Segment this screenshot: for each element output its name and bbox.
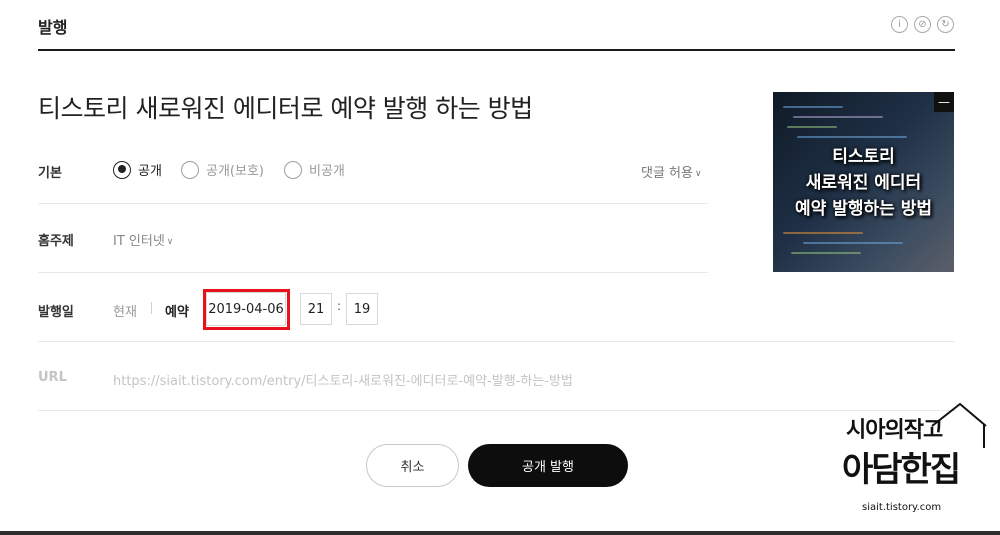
url-value: https://siait.tistory.com/entry/티스토리-새로워… xyxy=(113,374,573,389)
watermark-logo: 시아의작고 아담한집 siait.tistory.com xyxy=(838,400,988,518)
category-label: 홈주제 xyxy=(38,234,74,249)
radio-public[interactable]: 공개 xyxy=(113,160,162,179)
watermark-line2: 아담한집 xyxy=(842,450,961,490)
watermark-url: siait.tistory.com xyxy=(862,502,942,513)
publish-reserve-option[interactable]: 예약 xyxy=(165,301,189,320)
thumbnail-caption-line: 티스토리 xyxy=(832,147,895,167)
radio-public-label: 공개 xyxy=(138,164,162,179)
publish-button[interactable]: 공개 발행 xyxy=(468,444,628,487)
watermark-line1: 시아의작고 xyxy=(846,418,943,443)
comment-setting-label: 댓글 허용 xyxy=(641,166,693,181)
date-input[interactable]: 2019-04-06 xyxy=(206,292,286,326)
radio-unchecked-icon xyxy=(284,160,302,179)
publish-date-label: 발행일 xyxy=(38,305,74,320)
row-divider xyxy=(38,341,955,342)
time-separator: : xyxy=(337,299,342,313)
hour-input[interactable]: 21 xyxy=(300,293,332,325)
code-line xyxy=(791,252,861,254)
code-line xyxy=(793,116,883,118)
thumbnail-caption-line: 예약 발행하는 방법 xyxy=(795,199,932,219)
radio-checked-icon xyxy=(113,160,131,179)
publish-now-option[interactable]: 현재 xyxy=(113,301,137,320)
radio-private[interactable]: 비공개 xyxy=(284,160,345,179)
header-divider xyxy=(38,49,955,51)
visibility-label: 기본 xyxy=(38,166,62,181)
comment-setting-dropdown[interactable]: 댓글 허용 ∨ xyxy=(641,162,702,181)
thumbnail-remove-button[interactable]: — xyxy=(934,92,954,112)
thumbnail-caption: 티스토리 새로워진 에디터 예약 발행하는 방법 xyxy=(773,144,954,222)
option-separator xyxy=(151,302,152,314)
dialog-title: 발행 xyxy=(38,18,68,37)
minute-input[interactable]: 19 xyxy=(346,293,378,325)
code-line xyxy=(787,126,837,128)
header-icons: i ⊘ ↻ xyxy=(891,16,954,33)
post-title: 티스토리 새로워진 에디터로 예약 발행 하는 방법 xyxy=(38,94,533,123)
cancel-button[interactable]: 취소 xyxy=(366,444,459,487)
refresh-icon[interactable]: ↻ xyxy=(937,16,954,33)
chevron-down-icon: ∨ xyxy=(166,237,174,247)
info-icon[interactable]: i xyxy=(891,16,908,33)
chevron-down-icon: ∨ xyxy=(694,169,702,179)
code-line xyxy=(783,232,863,234)
code-line xyxy=(803,242,903,244)
radio-private-label: 비공개 xyxy=(309,164,345,179)
radio-protected[interactable]: 공개(보호) xyxy=(181,160,264,179)
row-divider xyxy=(38,410,955,411)
radio-unchecked-icon xyxy=(181,160,199,179)
row-divider xyxy=(38,272,708,273)
thumbnail-image: 티스토리 새로워진 에디터 예약 발행하는 방법 — xyxy=(773,92,954,272)
thumbnail-caption-line: 새로워진 에디터 xyxy=(805,173,922,193)
bottom-bar xyxy=(0,531,1000,535)
url-label: URL xyxy=(38,370,67,385)
code-line xyxy=(783,106,843,108)
no-ads-icon[interactable]: ⊘ xyxy=(914,16,931,33)
code-line xyxy=(797,136,907,138)
row-divider xyxy=(38,203,708,204)
radio-protected-label: 공개(보호) xyxy=(206,164,264,179)
category-value: IT 인터넷 xyxy=(113,234,165,249)
category-dropdown[interactable]: IT 인터넷 ∨ xyxy=(113,230,173,249)
